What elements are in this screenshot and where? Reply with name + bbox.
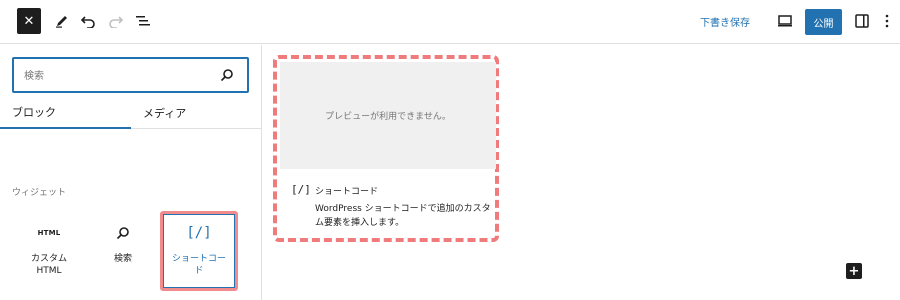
shortcode-icon: [/] — [186, 225, 212, 241]
preview-area: プレビューが利用できません。 — [280, 62, 496, 169]
undo-icon[interactable] — [78, 10, 98, 32]
editor-canvas: プレビューが利用できません。 [/] ショートコード WordPress ショー… — [263, 45, 900, 300]
editor-header: ✕ 下書き保存 公開 — [0, 0, 900, 44]
publish-button[interactable]: 公開 — [805, 9, 842, 35]
pencil-icon[interactable] — [52, 10, 72, 32]
card-title: ショートコード — [315, 187, 379, 197]
redo-icon[interactable] — [106, 10, 126, 32]
card-description: WordPress ショートコードで追加のカスタム要素を挿入します。 — [315, 204, 491, 228]
block-custom-html[interactable]: HTML カスタム HTML — [12, 215, 86, 291]
sidebar-toggle-icon[interactable] — [852, 10, 872, 32]
add-block-button[interactable]: + — [846, 263, 862, 279]
more-options-icon[interactable] — [881, 10, 893, 32]
block-label: 検索 — [113, 254, 132, 264]
preview-unavailable-text: プレビューが利用できません。 — [325, 112, 451, 122]
widgets-section-label: ウィジェット — [12, 188, 67, 198]
search-icon[interactable] — [220, 67, 234, 86]
save-draft-button[interactable]: 下書き保存 — [700, 14, 750, 29]
search-icon — [116, 219, 130, 247]
block-label: ショートコード — [171, 254, 226, 276]
close-icon: ✕ — [23, 13, 35, 29]
shortcode-icon: [/] — [291, 183, 311, 196]
block-inserter-panel: ブロック メディア ウィジェット HTML カスタム HTML 検索 [/] シ… — [0, 45, 262, 300]
search-input[interactable] — [24, 67, 214, 85]
plus-icon: + — [848, 263, 860, 279]
block-search[interactable]: 検索 — [86, 215, 160, 291]
block-label: カスタム HTML — [30, 254, 67, 276]
block-shortcode[interactable]: [/] ショートコード — [160, 211, 238, 291]
desktop-preview-icon[interactable] — [775, 10, 795, 32]
list-view-icon[interactable] — [133, 10, 153, 32]
html-icon: HTML — [37, 229, 61, 237]
tab-blocks[interactable]: ブロック — [0, 97, 131, 129]
close-button[interactable]: ✕ — [17, 8, 41, 34]
search-field — [12, 57, 249, 93]
inserter-tabs: ブロック メディア — [0, 97, 261, 129]
shortcode-preview-card[interactable]: プレビューが利用できません。 [/] ショートコード WordPress ショー… — [273, 55, 499, 242]
tab-media[interactable]: メディア — [131, 97, 261, 129]
